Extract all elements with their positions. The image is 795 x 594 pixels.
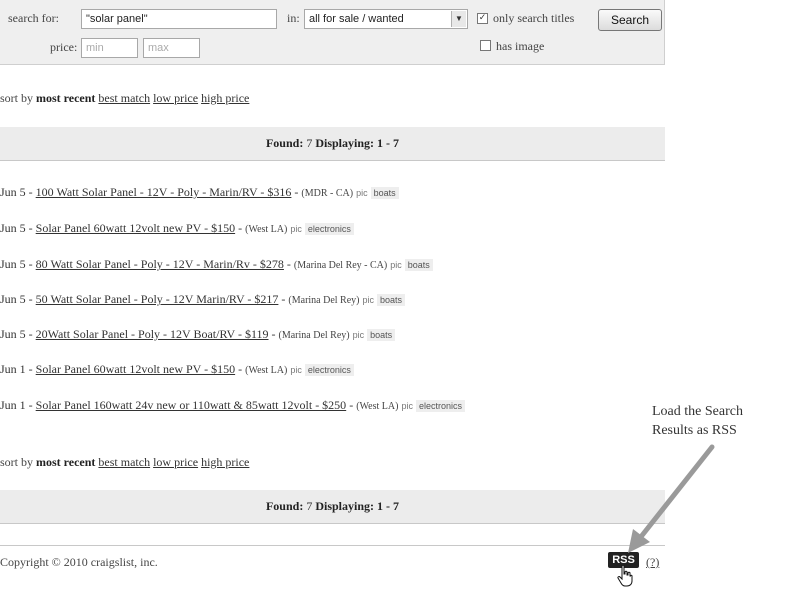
sort-high-price-link[interactable]: high price [201,91,249,105]
listing-row: Jun 5 - 100 Watt Solar Panel - 12V - Pol… [0,185,399,200]
category-select-value: all for sale / wanted [309,13,404,25]
listing-title-link[interactable]: 100 Watt Solar Panel - 12V - Poly - Mari… [36,185,292,199]
listing-row: Jun 5 - 50 Watt Solar Panel - Poly - 12V… [0,292,406,307]
sort-most-recent: most recent [36,455,96,469]
listing-pic-indicator: pic [390,260,402,270]
listing-location: (West LA) [356,401,399,412]
listing-category-tag[interactable]: boats [367,329,396,341]
listing-row: Jun 5 - Solar Panel 60watt 12volt new PV… [0,221,354,236]
listing-title-link[interactable]: 50 Watt Solar Panel - Poly - 12V Marin/R… [36,292,279,306]
in-label: in: [287,11,300,25]
listing-date: Jun 5 [0,292,26,306]
sort-low-price-link[interactable]: low price [153,455,198,469]
only-search-titles-checkbox[interactable]: ✓ [477,13,488,24]
chevron-down-icon: ▼ [451,11,466,27]
price-max-input[interactable]: max [143,38,200,58]
copyright-text: Copyright © 2010 craigslist, inc. [0,555,158,569]
results-count-bar-bottom: Found: 7 Displaying: 1 - 7 [0,490,665,524]
listing-location: (Marina Del Rey) [288,295,360,306]
displaying-label: Displaying: [315,499,375,513]
listing-category-tag[interactable]: electronics [415,400,465,412]
only-search-titles-label: only search titles [493,11,575,25]
found-label: Found: [265,499,304,513]
listing-pic-indicator: pic [362,295,375,305]
has-image-checkbox[interactable] [480,40,491,51]
listing-category-tag[interactable]: electronics [304,364,354,376]
listing-date: Jun 5 [0,185,26,199]
listing-title-link[interactable]: Solar Panel 60watt 12volt new PV - $150 [36,221,235,235]
hand-pointer-icon [617,565,633,587]
sort-bar-top: sort by most recent best match low price… [0,91,249,106]
listing-pic-indicator: pic [290,224,302,234]
found-count: 7 [306,136,313,150]
price-label: price: [50,40,78,54]
price-min-input[interactable]: min [81,38,138,58]
sort-most-recent: most recent [36,91,96,105]
found-count: 7 [306,499,313,513]
listing-title-link[interactable]: 20Watt Solar Panel - Poly - 12V Boat/RV … [36,327,269,341]
displaying-label: Displaying: [315,136,375,150]
listing-row: Jun 5 - 80 Watt Solar Panel - Poly - 12V… [0,257,433,272]
listing-date: Jun 1 [0,362,26,376]
listing-category-tag[interactable]: boats [370,187,399,199]
listing-title-link[interactable]: Solar Panel 60watt 12volt new PV - $150 [36,362,235,376]
listing-title-link[interactable]: Solar Panel 160watt 24v new or 110watt &… [36,398,347,412]
listing-date: Jun 5 [0,257,26,271]
found-label: Found: [265,136,304,150]
footer-divider [0,545,665,546]
listing-title-link[interactable]: 80 Watt Solar Panel - Poly - 12V - Marin… [36,257,284,271]
displaying-range: 1 - 7 [377,136,400,150]
displaying-range: 1 - 7 [377,499,400,513]
listing-pic-indicator: pic [401,401,413,411]
search-for-label: search for: [8,11,59,25]
listing-row: Jun 1 - Solar Panel 60watt 12volt new PV… [0,362,354,377]
listing-location: (West LA) [245,365,288,376]
sort-prefix: sort by [0,455,33,469]
results-count-bar-top: Found: 7 Displaying: 1 - 7 [0,127,665,161]
search-button[interactable]: Search [598,9,662,31]
listing-location: (Marina Del Rey) [278,330,350,341]
search-form: search for: "solar panel" in: all for sa… [0,0,665,65]
listing-category-tag[interactable]: boats [377,294,406,306]
search-input[interactable]: "solar panel" [81,9,277,29]
has-image-label: has image [496,39,545,53]
listing-location: (West LA) [245,224,288,235]
sort-low-price-link[interactable]: low price [153,91,198,105]
listing-pic-indicator: pic [352,330,365,340]
category-select[interactable]: all for sale / wanted ▼ [304,9,468,29]
sort-best-match-link[interactable]: best match [98,91,150,105]
listing-pic-indicator: pic [290,365,302,375]
sort-high-price-link[interactable]: high price [201,455,249,469]
annotation-line-2: Results as RSS [652,423,737,438]
annotation-callout: Load the Search Results as RSS [652,402,795,440]
listing-row: Jun 5 - 20Watt Solar Panel - Poly - 12V … [0,327,396,342]
listing-date: Jun 1 [0,398,26,412]
annotation-line-1: Load the Search [652,404,743,419]
sort-best-match-link[interactable]: best match [98,455,150,469]
listing-row: Jun 1 - Solar Panel 160watt 24v new or 1… [0,398,465,413]
listing-category-tag[interactable]: electronics [304,223,354,235]
listing-date: Jun 5 [0,327,26,341]
listing-pic-indicator: pic [356,188,368,198]
sort-prefix: sort by [0,91,33,105]
listing-category-tag[interactable]: boats [404,259,433,271]
listing-location: (Marina Del Rey - CA) [293,260,388,271]
listing-location: (MDR - CA) [301,188,354,199]
sort-bar-bottom: sort by most recent best match low price… [0,455,249,470]
rss-help-link[interactable]: (?) [646,555,659,570]
listing-date: Jun 5 [0,221,26,235]
